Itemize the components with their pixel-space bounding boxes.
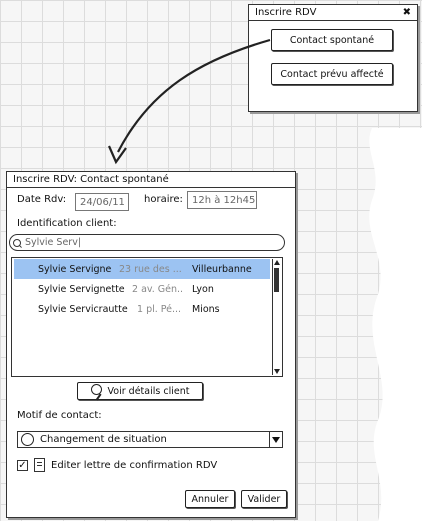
client-name: Sylvie Servignette — [38, 283, 125, 295]
list-item[interactable]: Sylvie Servicrautte 1 pl. Pé... Mions — [14, 299, 270, 319]
client-city: Lyon — [192, 283, 214, 295]
search-icon — [13, 238, 22, 248]
chevron-down-icon[interactable] — [269, 432, 282, 447]
voir-details-label: Voir détails client — [107, 385, 190, 397]
horaire-field[interactable]: 12h à 12h45 — [187, 191, 257, 209]
annuler-button[interactable]: Annuler — [185, 490, 235, 508]
scroll-up-icon[interactable] — [274, 260, 280, 265]
circle-icon — [21, 433, 34, 446]
search-value: Sylvie Serv| — [25, 237, 82, 248]
main-window-title: Inscrire RDV: Contact spontané — [13, 174, 169, 185]
main-window-titlebar: Inscrire RDV: Contact spontané — [7, 172, 295, 188]
client-city: Villeurbanne — [192, 263, 252, 275]
valider-button[interactable]: Valider — [241, 490, 287, 508]
motif-select[interactable]: Changement de situation — [17, 431, 283, 448]
list-item[interactable]: Sylvie Servigne 23 rue des ... Villeurba… — [14, 259, 270, 279]
client-name: Sylvie Servigne — [38, 263, 112, 275]
ident-label: Identification client: — [17, 218, 117, 229]
client-address: 2 av. Gén.. — [132, 283, 184, 295]
horaire-label: horaire: — [144, 194, 183, 205]
document-icon — [34, 458, 45, 472]
date-label: Date Rdv: — [17, 194, 67, 205]
checkbox-row[interactable]: ✓ Editer lettre de confirmation RDV — [17, 458, 217, 472]
motif-label: Motif de contact: — [17, 410, 102, 421]
magnifier-icon — [90, 383, 102, 400]
date-field[interactable]: 24/06/11 — [75, 193, 129, 211]
list-item[interactable]: Sylvie Servignette 2 av. Gén.. Lyon — [14, 279, 270, 299]
main-window: Inscrire RDV: Contact spontané Date Rdv:… — [6, 171, 296, 518]
voir-details-button[interactable]: Voir détails client — [77, 382, 203, 400]
client-name: Sylvie Servicrautte — [38, 303, 128, 315]
checkbox[interactable]: ✓ — [17, 459, 28, 471]
list-scrollbar[interactable] — [272, 259, 281, 375]
client-city: Mions — [192, 303, 220, 315]
client-address: 23 rue des ... — [119, 263, 182, 275]
motif-value: Changement de situation — [40, 434, 167, 445]
search-input[interactable]: Sylvie Serv| — [9, 234, 285, 251]
scroll-thumb[interactable] — [274, 268, 279, 292]
client-list[interactable]: Sylvie Servigne 23 rue des ... Villeurba… — [11, 257, 283, 377]
client-address: 1 pl. Pé... — [137, 303, 182, 315]
scroll-down-icon[interactable] — [274, 369, 280, 374]
checkbox-label: Editer lettre de confirmation RDV — [51, 459, 218, 471]
